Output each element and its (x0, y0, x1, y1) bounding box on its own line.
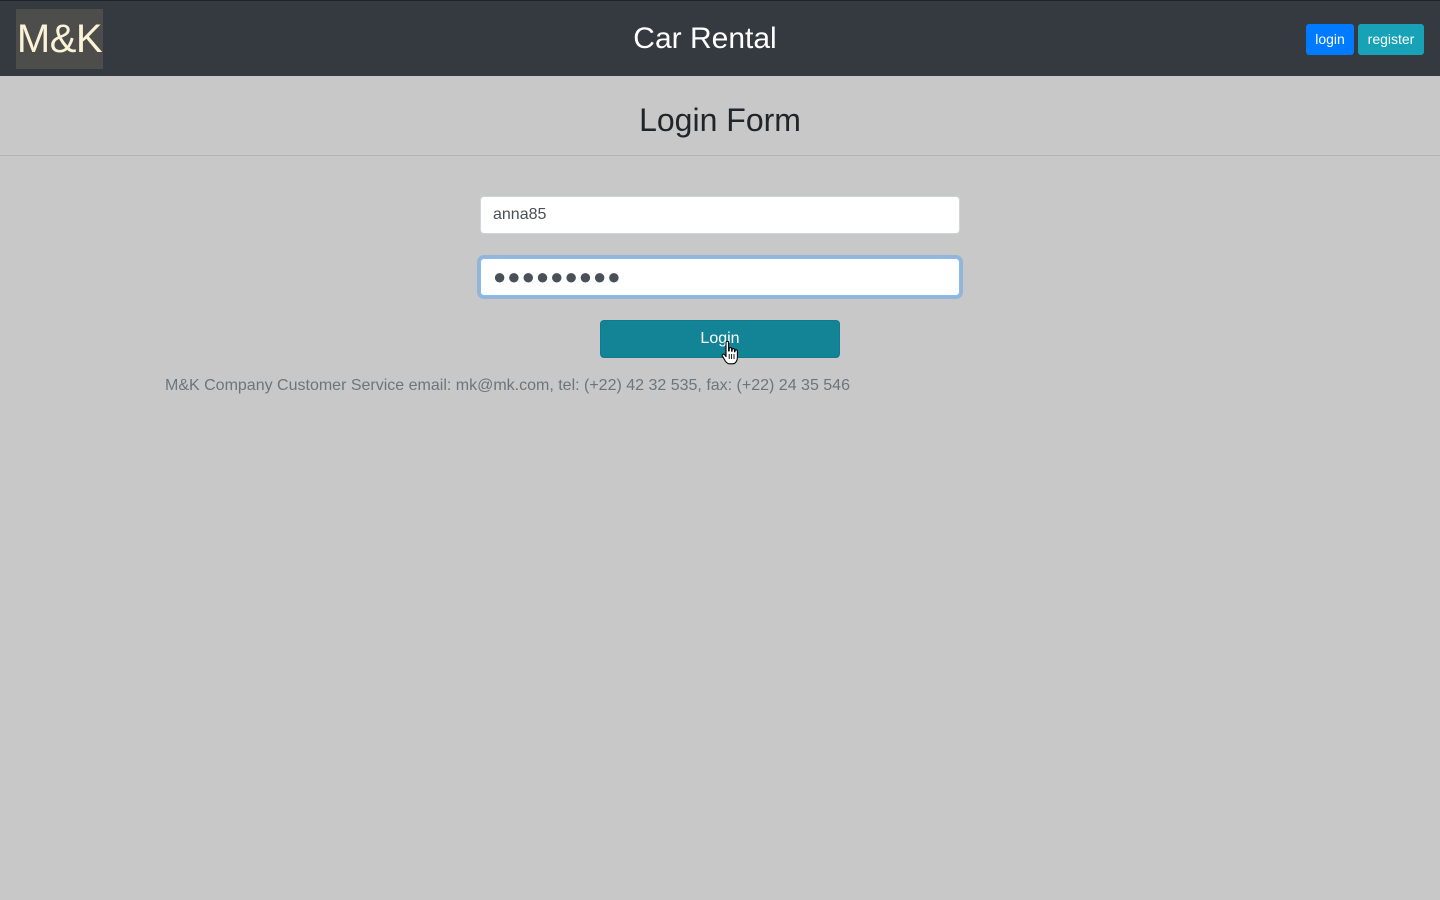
password-input[interactable]: ●●●●●●●●● (480, 258, 960, 296)
login-submit-button[interactable]: Login (600, 320, 840, 358)
app-title: Car Rental (633, 22, 777, 55)
hand-pointer-icon (721, 341, 738, 365)
username-input[interactable]: anna85 (480, 196, 960, 234)
nav-login-button[interactable]: login (1306, 24, 1354, 55)
footer-contact-info: M&K Company Customer Service email: mk@m… (165, 377, 850, 394)
brand-logo[interactable]: M&K (16, 9, 103, 69)
navbar: M&K Car Rental login register (0, 0, 1440, 76)
form-header: Login Form (0, 76, 1440, 156)
nav-register-button[interactable]: register (1358, 24, 1424, 55)
page-title: Login Form (639, 102, 801, 138)
